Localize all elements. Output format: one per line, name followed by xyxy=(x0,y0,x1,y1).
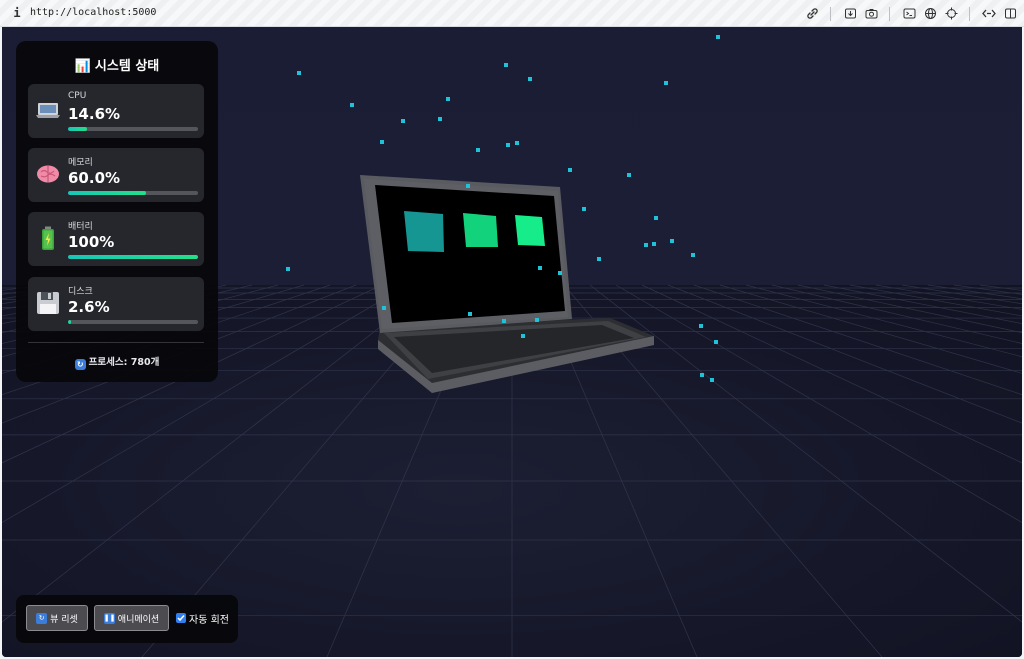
particle xyxy=(644,243,648,247)
link-icon[interactable] xyxy=(804,6,820,22)
download-icon[interactable] xyxy=(842,6,858,22)
auto-rotate-label: 자동 회전 xyxy=(189,614,229,626)
particle xyxy=(476,148,480,152)
particle xyxy=(652,242,656,246)
particle xyxy=(382,306,386,310)
terminal-icon[interactable] xyxy=(901,6,917,22)
particle xyxy=(297,71,301,75)
particle xyxy=(286,267,290,271)
particle xyxy=(714,340,718,344)
particle xyxy=(700,373,704,377)
particle xyxy=(438,117,442,121)
memory-card: 메모리 60.0% xyxy=(28,148,204,202)
toolbar-divider xyxy=(830,6,831,21)
process-count: ↻ 프로세스: 780개 xyxy=(16,354,218,370)
particle xyxy=(380,140,384,144)
refresh-icon: ↻ xyxy=(74,359,86,370)
cpu-progress-bar xyxy=(68,127,198,131)
cpu-label: CPU xyxy=(68,91,87,101)
animation-label: 애니메이션 xyxy=(117,614,160,625)
particle xyxy=(502,319,506,323)
browser-window: i http://localhost:5000 📊 시스템 상태 CPU 14.… xyxy=(0,0,1024,659)
process-count-text: 프로세스: 780개 xyxy=(88,357,160,368)
disk-label: 디스크 xyxy=(68,287,93,297)
memory-progress-bar xyxy=(68,191,198,195)
split-view-icon[interactable] xyxy=(1002,6,1018,22)
disk-progress-bar xyxy=(68,320,198,324)
3d-viewport[interactable]: 📊 시스템 상태 CPU 14.6% 메모리 60.0% 배터리 100% 디스… xyxy=(2,27,1022,657)
toolbar-divider xyxy=(889,6,890,21)
code-icon[interactable] xyxy=(981,6,997,22)
battery-progress-fill xyxy=(68,255,198,259)
camera-icon[interactable] xyxy=(863,6,879,22)
system-status-panel: 📊 시스템 상태 CPU 14.6% 메모리 60.0% 배터리 100% 디스… xyxy=(16,41,218,382)
particle xyxy=(699,324,703,328)
panel-title: 📊 시스템 상태 xyxy=(16,55,218,74)
globe-icon[interactable] xyxy=(922,6,938,22)
panel-title-text: 시스템 상태 xyxy=(94,59,160,74)
laptop-icon xyxy=(36,103,60,118)
battery-label: 배터리 xyxy=(68,222,93,232)
cpu-value: 14.6% xyxy=(68,105,121,123)
auto-rotate-toggle[interactable]: 자동 회전 xyxy=(176,610,229,626)
laptop-screen xyxy=(375,185,565,323)
reset-view-label: 뷰 리셋 xyxy=(50,614,78,625)
particle xyxy=(710,378,714,382)
particle xyxy=(401,119,405,123)
disk-progress-fill xyxy=(68,320,72,324)
particle xyxy=(521,334,525,338)
pause-icon: ❚❚ xyxy=(103,612,116,624)
battery-value: 100% xyxy=(68,233,115,251)
cpu-progress-fill xyxy=(68,127,87,131)
crosshair-icon[interactable] xyxy=(943,6,959,22)
disk-value: 2.6% xyxy=(68,298,110,316)
particle xyxy=(535,318,539,322)
particle xyxy=(538,266,542,270)
toolbar-icons xyxy=(799,5,1018,22)
particle xyxy=(528,77,532,81)
panel-divider xyxy=(28,342,204,343)
particle xyxy=(558,271,562,275)
battery-card: 배터리 100% xyxy=(28,212,204,266)
memory-label: 메모리 xyxy=(68,158,93,168)
particle xyxy=(350,103,354,107)
battery-progress-bar xyxy=(68,255,198,259)
battery-icon xyxy=(42,226,54,250)
particle xyxy=(446,97,450,101)
info-icon[interactable]: i xyxy=(11,6,23,20)
disk-card: 디스크 2.6% xyxy=(28,277,204,331)
particle xyxy=(664,81,668,85)
auto-rotate-checkbox[interactable] xyxy=(176,613,186,623)
brain-icon xyxy=(37,165,59,183)
particle xyxy=(654,216,658,220)
refresh-icon: ↻ xyxy=(36,612,48,624)
particle xyxy=(670,239,674,243)
particle xyxy=(468,312,472,316)
animation-toggle-button[interactable]: ❚❚ 애니메이션 xyxy=(94,605,169,631)
reset-view-button[interactable]: ↻ 뷰 리셋 xyxy=(26,605,88,631)
particle xyxy=(506,143,510,147)
floppy-disk-icon xyxy=(37,292,59,314)
particle xyxy=(568,168,572,172)
memory-value: 60.0% xyxy=(68,169,121,187)
particle xyxy=(627,173,631,177)
browser-toolbar: i http://localhost:5000 xyxy=(0,0,1024,27)
url-bar[interactable]: http://localhost:5000 xyxy=(30,7,156,18)
particle xyxy=(515,141,519,145)
cpu-card: CPU 14.6% xyxy=(28,84,204,138)
particle xyxy=(716,35,720,39)
particle xyxy=(597,257,601,261)
particle xyxy=(691,253,695,257)
checkmark-icon xyxy=(177,615,185,622)
memory-progress-fill xyxy=(68,191,146,195)
particle xyxy=(582,207,586,211)
particle xyxy=(504,63,508,67)
toolbar-divider xyxy=(969,6,970,21)
chart-icon: 📊 xyxy=(74,59,91,74)
control-panel: ↻ 뷰 리셋 ❚❚ 애니메이션 자동 회전 xyxy=(16,595,238,643)
particle xyxy=(466,184,470,188)
